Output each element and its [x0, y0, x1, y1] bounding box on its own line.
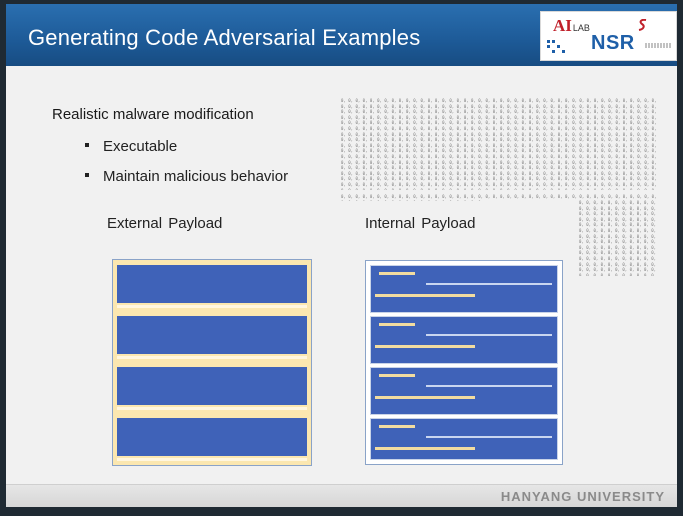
- external-payload-label: External Payload: [107, 215, 223, 232]
- title-bar: Generating Code Adversarial Examples AIL…: [6, 4, 677, 66]
- code-line: [426, 436, 552, 438]
- payload-bar: [379, 425, 415, 428]
- slide: Generating Code Adversarial Examples AIL…: [6, 4, 677, 507]
- code-section: [370, 265, 558, 313]
- code-line: [426, 334, 552, 336]
- byte-dump-tail: 0, 0, 0, 0, 0, 0, 0, 0, 0, 0, 0, 0, 0, 0…: [579, 200, 657, 276]
- code-line: [426, 283, 552, 285]
- payload-bar: [379, 272, 415, 275]
- payload-gap: [117, 458, 307, 461]
- payload-gap: [117, 407, 307, 410]
- internal-payload-label: Internal Payload: [365, 215, 476, 232]
- code-section: [370, 367, 558, 415]
- payload-bar: [379, 323, 415, 326]
- section-heading: Realistic malware modification: [52, 106, 254, 123]
- byte-dump-block: 0, 0, 0, 0, 0, 0, 0, 0, 0, 0, 0, 0, 0, 0…: [341, 98, 657, 190]
- code-line: [426, 385, 552, 387]
- institution-logo: AILAB NSR: [540, 11, 677, 61]
- logo-dots-icon: [547, 40, 565, 53]
- slide-footer: HANYANG UNIVERSITY: [6, 484, 677, 507]
- bullet-item: Executable: [85, 138, 177, 155]
- code-section: [370, 316, 558, 364]
- code-section: [117, 367, 307, 405]
- code-section: [117, 418, 307, 456]
- slide-title: Generating Code Adversarial Examples: [28, 25, 421, 50]
- bullet-item: Maintain malicious behavior: [85, 168, 288, 185]
- internal-payload-diagram: [365, 260, 563, 465]
- nsr-logo: NSR: [591, 32, 635, 54]
- logo-tagline: [645, 43, 671, 48]
- code-section: [370, 418, 558, 460]
- payload-bar: [375, 294, 475, 297]
- payload-gap: [117, 305, 307, 308]
- university-name: HANYANG UNIVERSITY: [500, 489, 665, 504]
- bullet-marker: [85, 173, 89, 178]
- payload-bar: [375, 396, 475, 399]
- payload-bar: [379, 374, 415, 377]
- external-payload-diagram: [112, 259, 312, 466]
- bullet-marker: [85, 143, 89, 148]
- payload-bar: [375, 447, 475, 450]
- payload-bar: [375, 345, 475, 348]
- nsr-swoosh-icon: [638, 19, 647, 31]
- ailab-logo: AILAB: [553, 16, 590, 35]
- code-section: [117, 265, 307, 303]
- code-section: [117, 316, 307, 354]
- payload-gap: [117, 356, 307, 359]
